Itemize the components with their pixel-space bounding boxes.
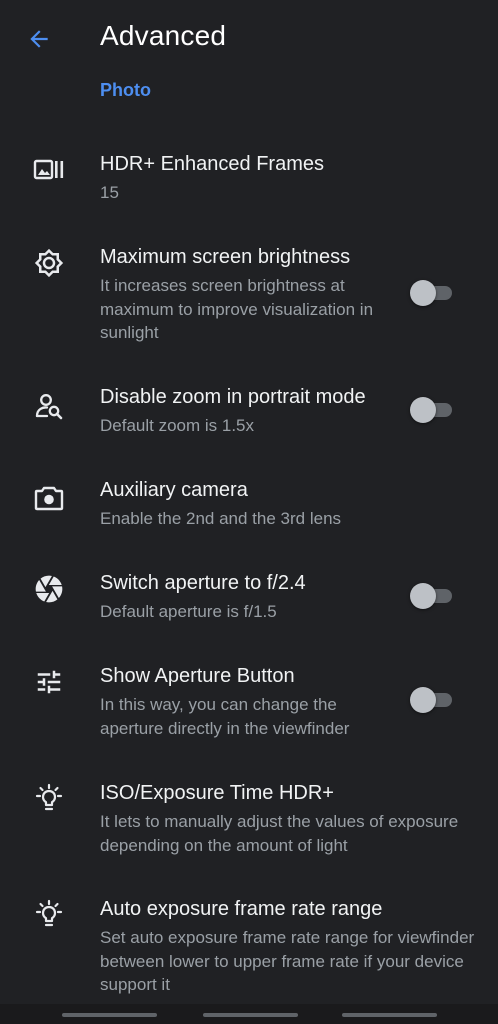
toggle-thumb [410,280,436,306]
setting-maximum-screen-brightness[interactable]: Maximum screen brightness It increases s… [0,246,498,342]
nav-handle-left[interactable] [62,1013,157,1017]
setting-summary: It lets to manually adjust the values of… [100,812,459,855]
section-header-photo: Photo [100,80,151,100]
setting-summary: 15 [100,183,119,202]
back-button[interactable] [22,22,56,56]
setting-title: Disable zoom in portrait mode [100,386,366,408]
hdr-frames-icon [32,153,66,187]
aperture-button-toggle[interactable] [410,685,456,715]
camera-icon [32,481,66,515]
setting-title: Show Aperture Button [100,665,295,687]
setting-hdr-enhanced-frames[interactable]: HDR+ Enhanced Frames 15 [0,153,498,203]
portrait-zoom-icon [32,389,66,423]
nav-handle-right[interactable] [342,1013,437,1017]
setting-summary: Set auto exposure frame rate range for v… [100,928,475,994]
setting-title: Auxiliary camera [100,479,248,501]
setting-title: Switch aperture to f/2.4 [100,572,306,594]
setting-summary: Default aperture is f/1.5 [100,602,277,621]
lightbulb-icon [32,898,66,932]
setting-auto-exposure-frame-rate[interactable]: Auto exposure frame rate range Set auto … [0,898,498,996]
setting-summary: In this way, you can change the aperture… [100,695,350,738]
setting-disable-zoom-portrait[interactable]: Disable zoom in portrait mode Default zo… [0,386,498,436]
setting-title: Maximum screen brightness [100,246,351,268]
setting-summary: It increases screen brightness at maximu… [100,276,374,342]
lightbulb-icon [32,782,66,816]
brightness-toggle[interactable] [410,278,456,308]
setting-switch-aperture[interactable]: Switch aperture to f/2.4 Default apertur… [0,572,498,622]
setting-title: HDR+ Enhanced Frames [100,153,324,175]
top-app-bar: Advanced [0,0,498,76]
brightness-icon [32,246,66,280]
toggle-thumb [410,583,436,609]
setting-title: Auto exposure frame rate range [100,898,383,920]
system-nav-bar [0,1004,498,1024]
nav-handle-center[interactable] [203,1013,298,1017]
setting-show-aperture-button[interactable]: Show Aperture Button In this way, you ca… [0,665,498,739]
portrait-zoom-toggle[interactable] [410,395,456,425]
page-title: Advanced [100,20,227,51]
setting-summary: Enable the 2nd and the 3rd lens [100,509,342,528]
setting-auxiliary-camera[interactable]: Auxiliary camera Enable the 2nd and the … [0,479,498,529]
tune-icon [32,665,66,699]
setting-iso-exposure-time[interactable]: ISO/Exposure Time HDR+ It lets to manual… [0,782,498,856]
toggle-thumb [410,687,436,713]
toggle-thumb [410,397,436,423]
setting-summary: Default zoom is 1.5x [100,416,255,435]
arrow-back-icon [30,30,48,48]
setting-title: ISO/Exposure Time HDR+ [100,782,334,804]
aperture-toggle[interactable] [410,581,456,611]
aperture-icon [32,572,66,606]
